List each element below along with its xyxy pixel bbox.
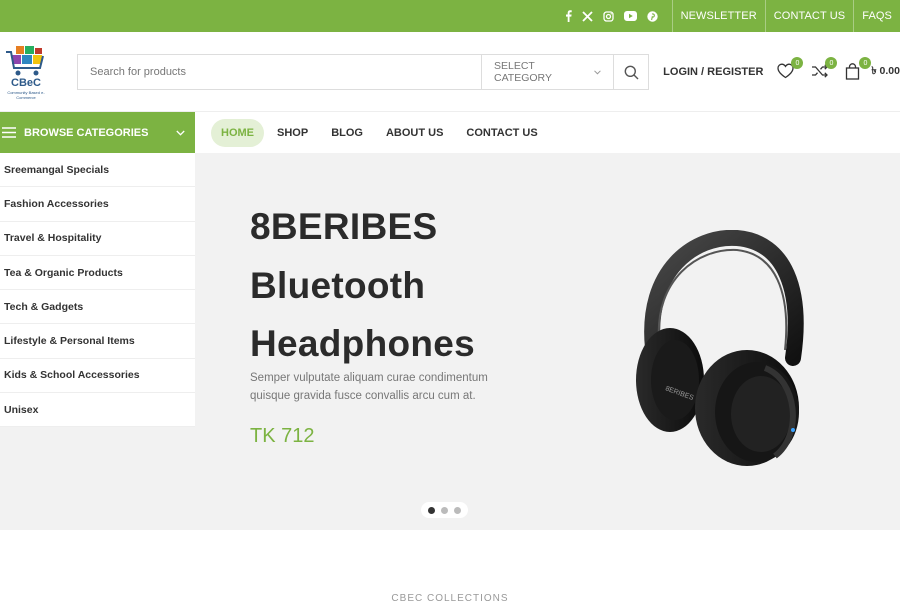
hero-title: 8BERIBES Bluetooth Headphones [250, 198, 475, 374]
category-item[interactable]: Tech & Gadgets [0, 290, 195, 325]
logo-tagline: Community Based e-Commerce [7, 90, 45, 100]
wishlist-button[interactable]: 0 [777, 57, 804, 81]
top-bar: NEWSLETTER CONTACT US FAQS [0, 0, 900, 32]
section-label: CBEC COLLECTIONS [391, 593, 509, 604]
chevron-down-icon [176, 130, 185, 136]
facebook-icon[interactable] [565, 10, 572, 22]
nav-shop[interactable]: SHOP [267, 119, 318, 147]
nav-about-us[interactable]: ABOUT US [376, 119, 453, 147]
login-register-link[interactable]: LOGIN / REGISTER [663, 66, 763, 78]
hero-price: TK 712 [250, 425, 315, 447]
cart-total[interactable]: ৳ 0.00 [871, 64, 900, 81]
nav-home[interactable]: HOME [211, 119, 264, 147]
shopping-bag-icon [846, 63, 860, 80]
browse-categories-toggle[interactable]: BROWSE CATEGORIES [0, 112, 195, 153]
hero-description-line: quisque gravida fusce convallis arcu cum… [250, 390, 476, 402]
search-input[interactable] [78, 55, 481, 89]
nav-blog[interactable]: BLOG [321, 119, 373, 147]
menu-icon [2, 127, 16, 138]
browse-categories-label: BROWSE CATEGORIES [24, 126, 149, 139]
category-select-label: SELECT CATEGORY [494, 60, 552, 84]
category-item[interactable]: Kids & School Accessories [0, 359, 195, 394]
newsletter-link[interactable]: NEWSLETTER [671, 0, 765, 32]
hero-title-line: Headphones [250, 323, 476, 364]
top-links: NEWSLETTER CONTACT US FAQS [671, 0, 900, 32]
category-list: Sreemangal Specials Fashion Accessories … [0, 153, 195, 428]
social-links [565, 10, 658, 22]
category-item[interactable]: Sreemangal Specials [0, 153, 195, 188]
category-item[interactable]: Travel & Hospitality [0, 222, 195, 256]
cart-button[interactable]: 0 [845, 57, 872, 81]
cart-count-badge: 0 [859, 57, 872, 69]
contact-us-link[interactable]: CONTACT US [764, 0, 854, 32]
compare-button[interactable]: 0 [811, 57, 838, 81]
hero-title-line: Bluetooth [250, 264, 426, 306]
slider-dot[interactable] [454, 506, 461, 514]
slider-pagination [421, 502, 468, 518]
slider-dot[interactable] [428, 506, 435, 514]
chevron-down-icon [594, 69, 601, 74]
compare-count-badge: 0 [825, 57, 838, 69]
category-select[interactable]: SELECT CATEGORY [481, 55, 613, 89]
search-bar: SELECT CATEGORY [77, 54, 649, 90]
x-icon[interactable] [581, 10, 593, 22]
youtube-icon[interactable] [623, 11, 637, 21]
header-actions: LOGIN / REGISTER 0 0 0 ৳ 0.00 [663, 57, 900, 84]
search-button[interactable] [613, 55, 648, 89]
main-nav: HOME SHOP BLOG ABOUT US CONTACT US [211, 118, 551, 148]
faqs-link[interactable]: FAQS [853, 0, 900, 32]
wishlist-count-badge: 0 [791, 57, 804, 69]
category-item[interactable]: Lifestyle & Personal Items [0, 324, 195, 359]
category-item[interactable]: Fashion Accessories [0, 187, 195, 222]
hero-title-line: 8BERIBES [250, 206, 438, 247]
site-header: CBeC Community Based e-Commerce SELECT C… [0, 32, 900, 112]
hero-description-line: Semper vulputate aliquam curae condiment… [250, 372, 488, 384]
logo-cart-icon [6, 46, 44, 76]
hero-background [0, 426, 195, 530]
slider-dot[interactable] [441, 506, 448, 514]
logo-text: CBeC [11, 77, 41, 89]
pinterest-icon[interactable] [646, 10, 658, 22]
category-item[interactable]: Unisex [0, 393, 195, 428]
hero-description: Semper vulputate aliquam curae condiment… [250, 369, 520, 405]
instagram-icon[interactable] [602, 10, 614, 22]
nav-contact-us[interactable]: CONTACT US [456, 119, 547, 147]
headphones-image: 8ERIBES [636, 230, 804, 466]
search-icon [624, 65, 638, 79]
site-logo[interactable]: CBeC Community Based e-Commerce [4, 44, 48, 102]
category-item[interactable]: Tea & Organic Products [0, 256, 195, 291]
